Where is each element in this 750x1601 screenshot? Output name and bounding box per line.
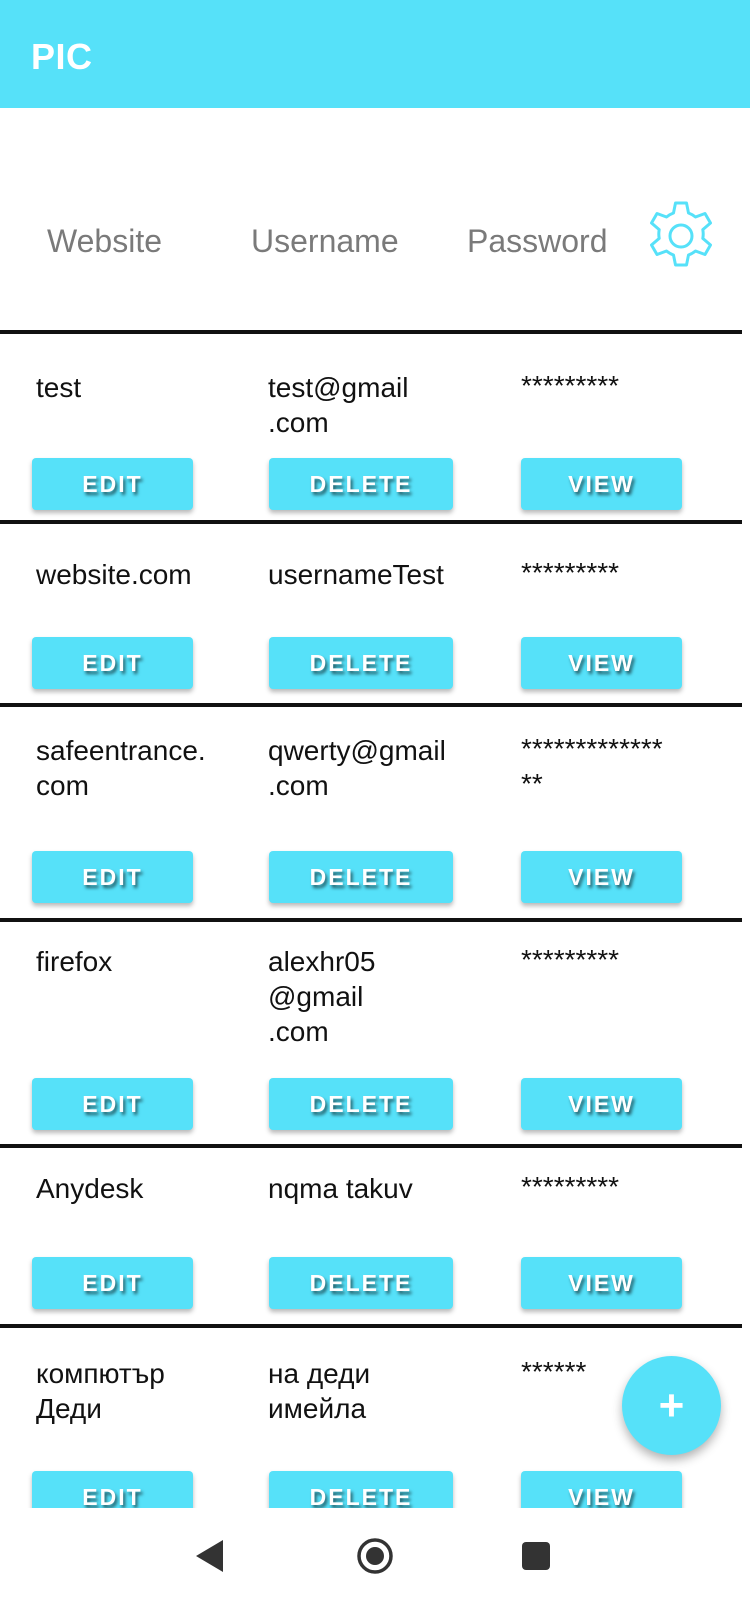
back-triangle-icon[interactable] bbox=[196, 1540, 223, 1572]
view-button[interactable]: VIEW bbox=[521, 1471, 682, 1508]
add-entry-button[interactable]: + bbox=[622, 1356, 721, 1455]
entry-password: ********* bbox=[521, 1171, 620, 1202]
view-button[interactable]: VIEW bbox=[521, 458, 682, 510]
row-divider bbox=[0, 330, 742, 334]
entry-password: ********* bbox=[521, 370, 620, 401]
app-bar: PIC bbox=[0, 0, 750, 108]
view-button[interactable]: VIEW bbox=[521, 1078, 682, 1130]
edit-button[interactable]: EDIT bbox=[32, 851, 193, 903]
home-circle-icon[interactable] bbox=[356, 1537, 394, 1575]
entry-website: test bbox=[36, 372, 82, 403]
edit-button[interactable]: EDIT bbox=[32, 1078, 193, 1130]
edit-button[interactable]: EDIT bbox=[32, 1471, 193, 1508]
entry-password: ************* ** bbox=[521, 733, 663, 799]
app-title: PIC bbox=[31, 36, 93, 77]
row-divider bbox=[0, 703, 742, 707]
recents-square-icon[interactable] bbox=[522, 1542, 550, 1570]
entry-username: qwerty@gmail .com bbox=[268, 735, 446, 801]
row-divider bbox=[0, 520, 742, 524]
entry-website: safeentrance. com bbox=[36, 735, 206, 801]
delete-button[interactable]: DELETE bbox=[269, 1078, 453, 1130]
edit-button[interactable]: EDIT bbox=[32, 1257, 193, 1309]
row-divider bbox=[0, 1324, 742, 1328]
gear-icon[interactable] bbox=[643, 198, 719, 274]
delete-button[interactable]: DELETE bbox=[269, 637, 453, 689]
entry-username: nqma takuv bbox=[268, 1173, 413, 1204]
entry-password: ****** bbox=[521, 1356, 587, 1387]
header-username: Username bbox=[251, 223, 399, 259]
delete-button[interactable]: DELETE bbox=[269, 851, 453, 903]
header-website: Website bbox=[47, 223, 163, 259]
row-divider bbox=[0, 918, 742, 922]
delete-button[interactable]: DELETE bbox=[269, 1471, 453, 1508]
entry-username: test@gmail .com bbox=[268, 372, 409, 438]
row-divider bbox=[0, 1144, 742, 1148]
edit-button[interactable]: EDIT bbox=[32, 458, 193, 510]
edit-button[interactable]: EDIT bbox=[32, 637, 193, 689]
password-list[interactable]: test test@gmail .com ********* EDIT DELE… bbox=[0, 330, 750, 1508]
view-button[interactable]: VIEW bbox=[521, 851, 682, 903]
entry-username: на деди имейла bbox=[268, 1358, 371, 1424]
entry-password: ********* bbox=[521, 557, 620, 588]
entry-website: компютър Деди bbox=[36, 1358, 165, 1424]
header-password: Password bbox=[467, 223, 608, 259]
delete-button[interactable]: DELETE bbox=[269, 1257, 453, 1309]
entry-website: Anydesk bbox=[36, 1173, 144, 1204]
entry-username: alexhr05 @gmail .com bbox=[268, 946, 376, 1047]
entry-password: ********* bbox=[521, 944, 620, 975]
plus-icon: + bbox=[658, 1380, 685, 1430]
entry-username: usernameTest bbox=[268, 559, 444, 590]
entry-website: firefox bbox=[36, 946, 113, 977]
delete-button[interactable]: DELETE bbox=[269, 458, 453, 510]
entry-website: website.com bbox=[36, 559, 192, 590]
view-button[interactable]: VIEW bbox=[521, 1257, 682, 1309]
view-button[interactable]: VIEW bbox=[521, 637, 682, 689]
